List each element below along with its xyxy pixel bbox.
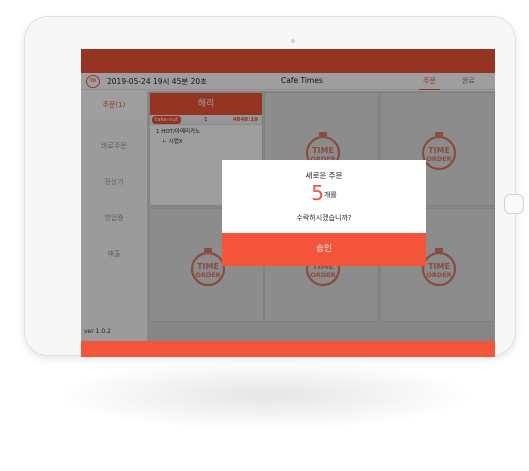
bottom-red-band [81,341,495,357]
new-order-count: 5개를 [222,181,426,205]
home-button[interactable] [504,194,524,214]
tablet-frame: TO 2019-05-24 19시 45분 20초 Cafe Times 주문 … [24,16,524,357]
order-count-number: 5 [311,181,324,205]
camera-dot [291,39,295,43]
device-shadow [60,360,470,430]
new-order-dialog: 새로운 주문 5개를 수락하시겠습니까? 승인 [222,160,426,266]
order-count-suffix: 개를 [323,191,337,199]
app-screen: TO 2019-05-24 19시 45분 20초 Cafe Times 주문 … [81,49,495,357]
dialog-title: 새로운 주문 [305,171,343,180]
dialog-question: 수락하시겠습니까? [296,214,352,222]
approve-button[interactable]: 승인 [222,233,426,266]
